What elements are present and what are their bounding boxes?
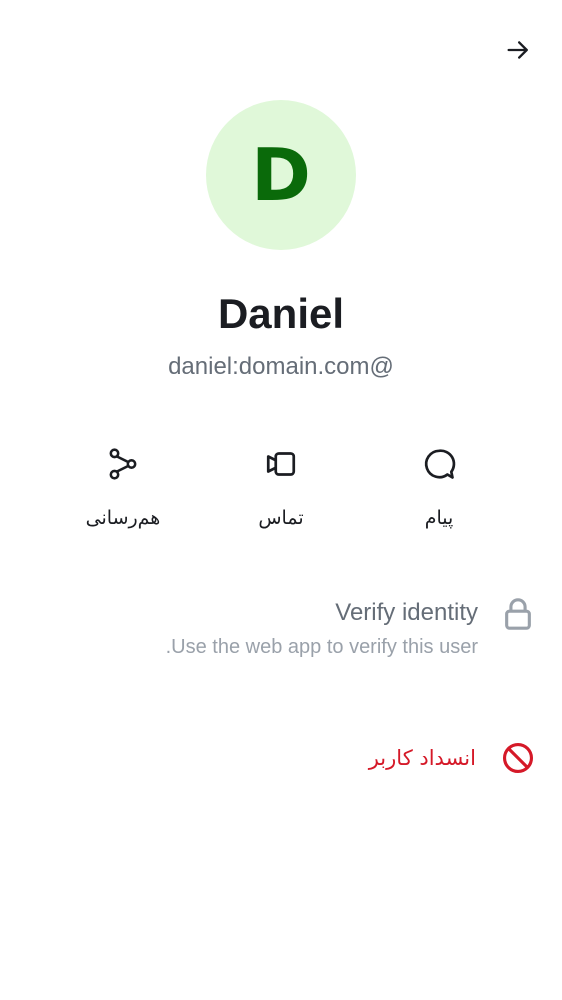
call-button[interactable]: تماس	[221, 444, 341, 530]
share-label: هم‌رسانی	[85, 507, 161, 529]
display-name: Daniel	[217, 290, 345, 337]
verify-identity-title: Verify identity	[335, 599, 478, 626]
verify-identity-row: Verify identity Use the web app to verif…	[114, 596, 534, 663]
avatar: D	[206, 100, 356, 250]
block-user-row[interactable]: انسداد کاربر	[116, 740, 536, 776]
message-label: پیام	[424, 507, 454, 529]
lock-icon	[505, 598, 531, 630]
block-icon	[502, 742, 534, 774]
user-id: @daniel:domain.com	[168, 353, 394, 380]
avatar-initial: D	[251, 133, 311, 217]
video-call-icon	[266, 452, 296, 476]
back-button[interactable]	[498, 30, 538, 70]
block-user-label: انسداد کاربر	[368, 746, 476, 770]
message-button[interactable]: پیام	[379, 444, 499, 530]
arrow-right-icon	[507, 41, 528, 59]
verify-identity-description: Use the web app to verify this user.	[165, 636, 478, 658]
message-icon	[424, 449, 456, 479]
share-icon	[109, 448, 137, 480]
call-label: تماس	[258, 507, 304, 529]
share-button[interactable]: هم‌رسانی	[63, 444, 183, 530]
